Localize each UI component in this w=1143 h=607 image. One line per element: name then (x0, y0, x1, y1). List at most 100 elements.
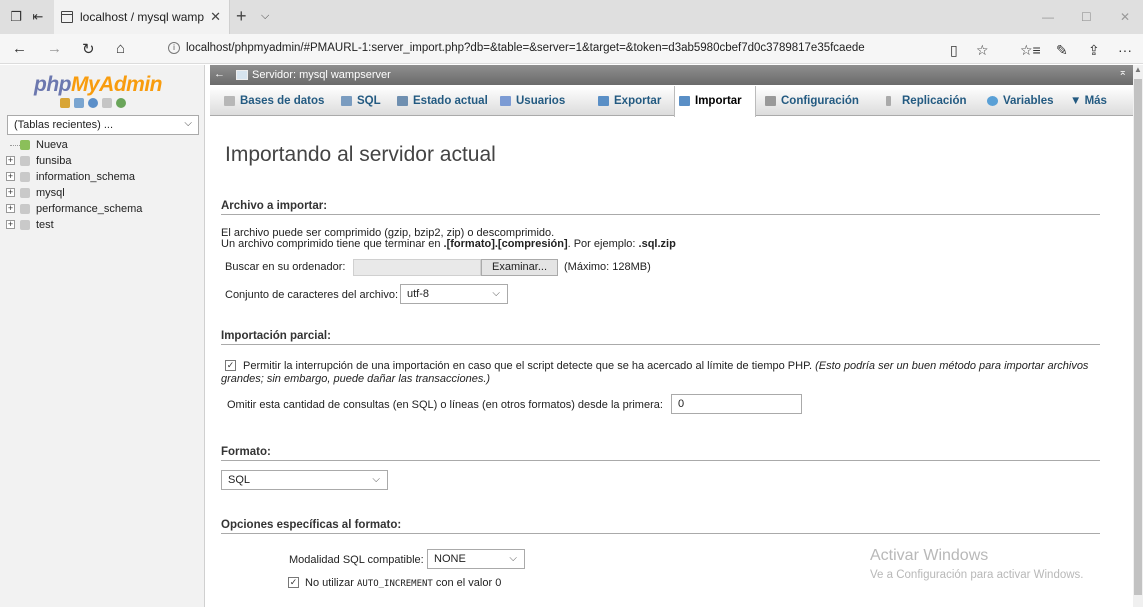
charset-label: Conjunto de caracteres del archivo: (225, 289, 399, 301)
auto-increment-code: AUTO_INCREMENT (356, 579, 433, 589)
tab-title: localhost / mysql wamp (80, 10, 205, 24)
tab-replication[interactable]: Replicación (882, 86, 967, 116)
set-aside-tabs-icon[interactable]: ⇤ (30, 9, 46, 25)
tree-item-performance-schema[interactable]: + performance_schema (6, 202, 142, 218)
close-window-button[interactable]: ✕ (1120, 10, 1130, 24)
url-text: localhost/phpmyadmin/#PMAURL-1:server_im… (186, 42, 865, 54)
reload-icon[interactable] (116, 98, 126, 108)
tree-item-mysql[interactable]: + mysql (6, 186, 142, 202)
chevron-down-icon: ⌵ (184, 118, 192, 129)
new-db-icon (20, 140, 30, 150)
scroll-up-icon[interactable]: ▲ (1133, 65, 1143, 77)
new-tab-button[interactable]: + (236, 6, 247, 27)
top-menu: Bases de datos SQL Estado actual Usuario… (210, 86, 1133, 117)
navigation-panel: phpMyAdmin (Tablas recientes) ... ⌵ Nuev… (0, 65, 205, 607)
skip-queries-label: Omitir esta cantidad de consultas (en SQ… (227, 399, 663, 411)
url-field[interactable]: i localhost/phpmyadmin/#PMAURL-1:server_… (160, 38, 940, 60)
help-icon[interactable] (88, 98, 98, 108)
server-link[interactable]: Servidor: mysql wampserver (252, 69, 391, 81)
format-select[interactable]: SQL ⌵ (221, 470, 388, 490)
expand-icon[interactable]: + (6, 204, 15, 213)
databases-icon (224, 96, 235, 106)
skip-queries-input[interactable]: 0 (671, 394, 802, 414)
allow-interrupt-note: (Esto podría ser un buen método para imp… (815, 360, 1089, 372)
minimize-button[interactable]: — (1042, 10, 1054, 24)
quick-links (60, 98, 130, 111)
expand-icon[interactable]: + (6, 188, 15, 197)
tab-label: Variables (1003, 95, 1054, 107)
collapse-nav-icon[interactable]: ← (214, 68, 225, 80)
favorites-hub-icon[interactable]: ☆≡ (1020, 42, 1041, 59)
tree-item-information-schema[interactable]: + information_schema (6, 170, 142, 186)
browse-button[interactable]: Examinar... (481, 259, 558, 276)
tree-item-label: test (36, 219, 54, 231)
docs-icon[interactable] (102, 98, 112, 108)
browser-tabbar: ❐ ⇤ localhost / mysql wamp ✕ + ⌵ — ☐ ✕ (0, 0, 1143, 34)
browser-tab[interactable]: localhost / mysql wamp ✕ (54, 0, 230, 34)
forward-icon[interactable]: → (47, 40, 62, 57)
tab-import[interactable]: Importar (674, 86, 756, 117)
tree-item-new[interactable]: Nueva (6, 138, 142, 154)
share-icon[interactable]: ⇪ (1088, 42, 1100, 59)
section-partial-header: Importación parcial: (221, 330, 1100, 345)
page-scrollbar[interactable]: ▲ (1133, 65, 1143, 607)
section-format-options-header: Opciones específicas al formato: (221, 519, 1100, 534)
tree-item-label: information_schema (36, 171, 136, 183)
tab-users[interactable]: Usuarios (496, 86, 565, 116)
tab-close-icon[interactable]: ✕ (210, 9, 221, 25)
tab-export[interactable]: Exportar (594, 86, 661, 116)
tab-settings[interactable]: Configuración (761, 86, 859, 116)
tree-line (10, 145, 20, 146)
file-description-2: Un archivo comprimido tiene que terminar… (221, 238, 676, 250)
tab-databases[interactable]: Bases de datos (220, 86, 324, 116)
section-file-header: Archivo a importar: (221, 200, 1100, 215)
recent-tables-select[interactable]: (Tablas recientes) ... ⌵ (7, 115, 199, 135)
home-icon[interactable]: ⌂ (116, 40, 125, 57)
file-desc-format: .[formato].[compresión] (443, 238, 568, 250)
tab-label: Replicación (902, 95, 967, 107)
sql-compat-select[interactable]: NONE ⌵ (427, 549, 525, 569)
file-path-field[interactable] (353, 259, 481, 276)
no-auto-increment-checkbox[interactable]: ✓ (288, 577, 299, 588)
back-icon[interactable]: ← (12, 40, 27, 57)
web-notes-icon[interactable]: ✎ (1056, 42, 1068, 59)
expand-icon[interactable]: + (6, 156, 15, 165)
import-icon (679, 96, 690, 106)
allow-interrupt-note-2: grandes; sin embargo, puede dañar las tr… (221, 373, 491, 385)
tab-more[interactable]: ▼ Más (1064, 86, 1107, 116)
export-icon (598, 96, 609, 106)
tab-label: Usuarios (516, 95, 566, 107)
logout-icon[interactable] (74, 98, 84, 108)
scroll-thumb[interactable] (1134, 79, 1142, 595)
main-content: Importando al servidor actual Archivo a … (210, 117, 1133, 607)
favorite-star-icon[interactable]: ☆ (976, 42, 989, 59)
database-icon (20, 220, 30, 230)
tab-label: Estado actual (413, 95, 488, 107)
tree-item-test[interactable]: + test (6, 218, 142, 234)
more-icon[interactable]: ··· (1118, 42, 1132, 58)
refresh-icon[interactable]: ↻ (82, 40, 95, 58)
tab-sql[interactable]: SQL (337, 86, 381, 116)
expand-icon[interactable]: + (6, 220, 15, 229)
expand-icon[interactable]: + (6, 172, 15, 181)
tab-variables[interactable]: Variables (983, 86, 1054, 116)
maximize-button[interactable]: ☐ (1081, 10, 1092, 24)
tree-item-label: mysql (36, 187, 65, 199)
phpmyadmin-logo[interactable]: phpMyAdmin (34, 73, 162, 97)
tree-item-funsiba[interactable]: + funsiba (6, 154, 142, 170)
tab-label: Configuración (781, 95, 859, 107)
tab-actions-icon[interactable]: ❐ (8, 9, 24, 25)
allow-interrupt-checkbox[interactable]: ✓ (225, 360, 236, 371)
no-auto-increment-label: No utilizar AUTO_INCREMENT con el valor … (305, 577, 501, 589)
tab-status[interactable]: Estado actual (393, 86, 488, 116)
charset-select[interactable]: utf-8 ⌵ (400, 284, 508, 304)
address-bar: ← → ↻ ⌂ i localhost/phpmyadmin/#PMAURL-1… (0, 34, 1143, 64)
site-info-icon[interactable]: i (168, 42, 180, 54)
reading-view-icon[interactable]: ▯ (950, 42, 958, 59)
tab-preview-chevron-icon[interactable]: ⌵ (261, 10, 269, 23)
collapse-header-icon[interactable]: ⌅ (1119, 67, 1127, 78)
tree-item-label: Nueva (36, 139, 68, 151)
tree-item-label: funsiba (36, 155, 72, 167)
home-icon[interactable] (60, 98, 70, 108)
no-auto-inc-text: con el valor 0 (432, 577, 502, 589)
